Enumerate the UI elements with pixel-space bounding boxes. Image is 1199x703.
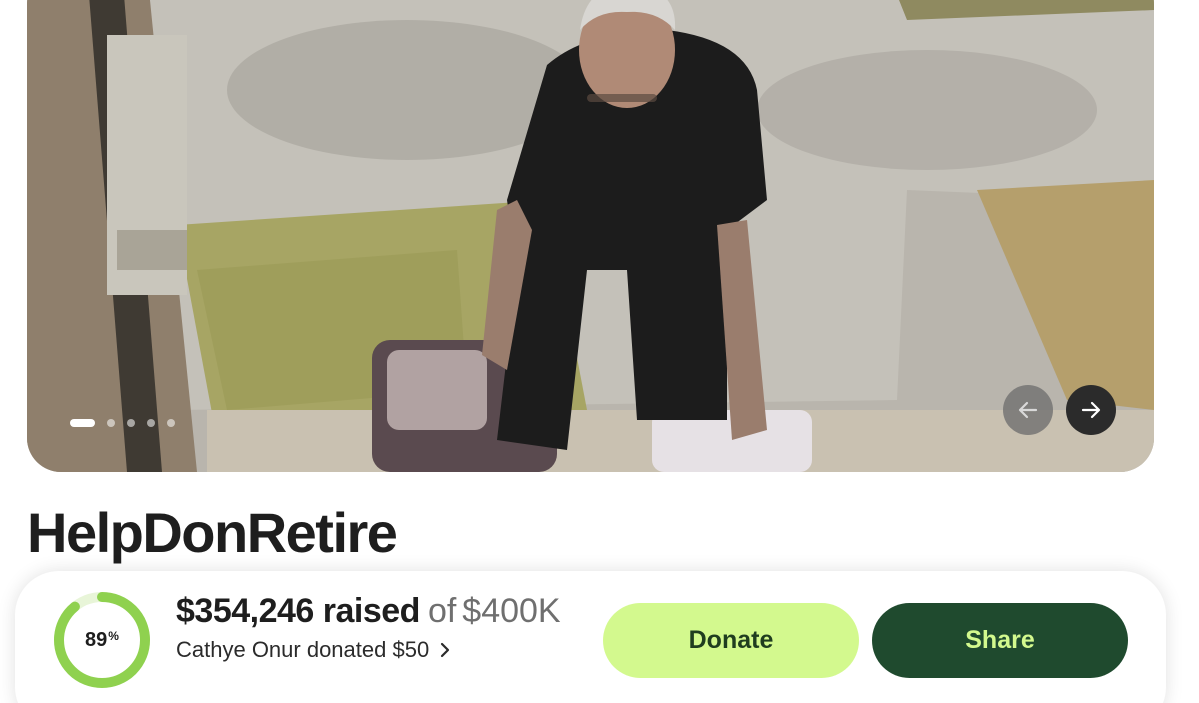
carousel-dot[interactable] bbox=[167, 419, 175, 427]
progress-percent-value: 89 bbox=[85, 628, 108, 651]
arrow-right-icon bbox=[1081, 401, 1101, 419]
amount-raised: $354,246 raised of $400K bbox=[176, 589, 561, 640]
carousel-dot-active[interactable] bbox=[70, 419, 95, 427]
recent-donation-text: Cathye Onur donated $50 bbox=[176, 637, 430, 662]
campaign-title: HelpDonRetire bbox=[27, 501, 398, 564]
recent-donation-link[interactable]: Cathye Onur donated $50 bbox=[176, 637, 451, 663]
carousel-dot[interactable] bbox=[107, 419, 115, 427]
carousel-prev-button[interactable] bbox=[1003, 385, 1053, 435]
donate-button[interactable]: Donate bbox=[603, 603, 859, 678]
fundraiser-page: HelpDonRetire 89% $354,246 raised of $400K… bbox=[0, 0, 1199, 703]
arrow-left-icon bbox=[1018, 401, 1038, 419]
hero-photo bbox=[27, 0, 1154, 472]
carousel-dot[interactable] bbox=[127, 419, 135, 427]
percent-symbol: % bbox=[108, 629, 119, 643]
raised-of-label: of bbox=[427, 592, 457, 630]
share-button[interactable]: Share bbox=[872, 603, 1128, 678]
progress-percent: 89% bbox=[52, 590, 152, 690]
goal-amount: $400K bbox=[462, 592, 561, 630]
carousel-next-button[interactable] bbox=[1066, 385, 1116, 435]
carousel-dot[interactable] bbox=[147, 419, 155, 427]
raised-amount: $354,246 raised bbox=[176, 592, 420, 630]
chevron-right-icon bbox=[439, 641, 451, 659]
campaign-hero-image[interactable] bbox=[27, 0, 1154, 472]
carousel-pagination bbox=[70, 419, 175, 427]
